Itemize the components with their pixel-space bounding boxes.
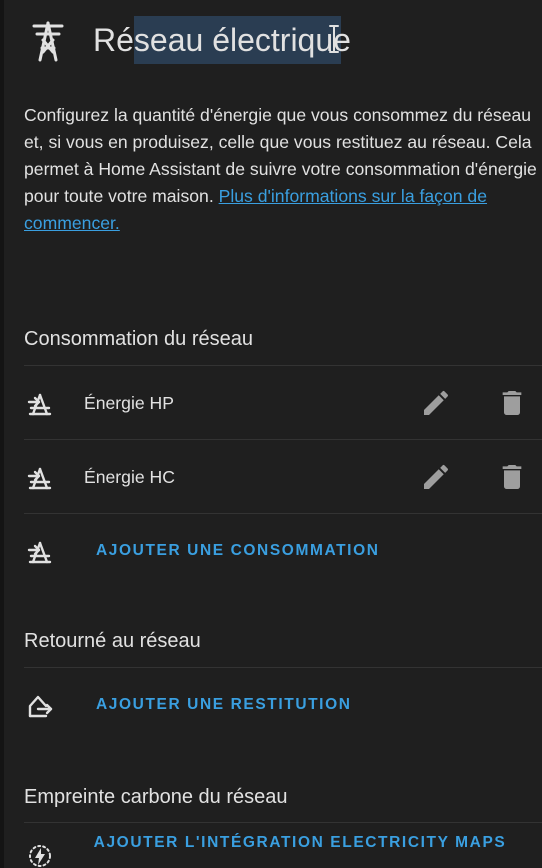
transmission-tower-export-icon: [28, 695, 53, 718]
add-return-button[interactable]: AJOUTER UNE RESTITUTION: [96, 694, 352, 716]
return-section-title: Retourné au réseau: [24, 630, 201, 652]
trash-icon[interactable]: [496, 387, 528, 419]
card-title: Réseau électrique: [93, 22, 351, 58]
transmission-tower-icon: [32, 21, 64, 62]
grid-settings-card: Réseau électrique Configurez la quantité…: [4, 0, 542, 868]
add-electricity-maps-row[interactable]: AJOUTER L'INTÉGRATION ELECTRICITY MAPS: [4, 824, 542, 868]
divider: [24, 365, 542, 366]
divider: [24, 513, 542, 514]
consumption-row-hp: Énergie HP: [4, 367, 542, 439]
intro-text: Configurez la quantité d'énergie que vou…: [24, 102, 540, 237]
add-consumption-row[interactable]: AJOUTER UNE CONSOMMATION: [4, 515, 542, 587]
pencil-icon[interactable]: [420, 461, 452, 493]
consumption-row-hc: Énergie HC: [4, 441, 542, 513]
transmission-tower-import-icon: [27, 467, 52, 490]
add-return-row[interactable]: AJOUTER UNE RESTITUTION: [4, 669, 542, 741]
transmission-tower-import-icon: [27, 541, 52, 564]
consumption-label: Énergie HC: [84, 467, 175, 487]
leaf-lightning-icon: [29, 845, 51, 867]
consumption-section-title: Consommation du réseau: [24, 328, 254, 350]
trash-icon[interactable]: [496, 461, 528, 493]
consumption-label: Énergie HP: [84, 393, 174, 413]
text-cursor-icon: [329, 25, 339, 53]
card-header: Réseau électrique: [4, 0, 542, 84]
divider: [24, 667, 542, 668]
pencil-icon[interactable]: [420, 387, 452, 419]
carbon-section-title: Empreinte carbone du réseau: [24, 786, 288, 808]
transmission-tower-import-icon: [27, 393, 52, 416]
add-consumption-button[interactable]: AJOUTER UNE CONSOMMATION: [96, 540, 380, 562]
divider: [24, 822, 542, 823]
add-electricity-maps-button[interactable]: AJOUTER L'INTÉGRATION ELECTRICITY MAPS: [80, 828, 520, 858]
divider: [24, 439, 542, 440]
